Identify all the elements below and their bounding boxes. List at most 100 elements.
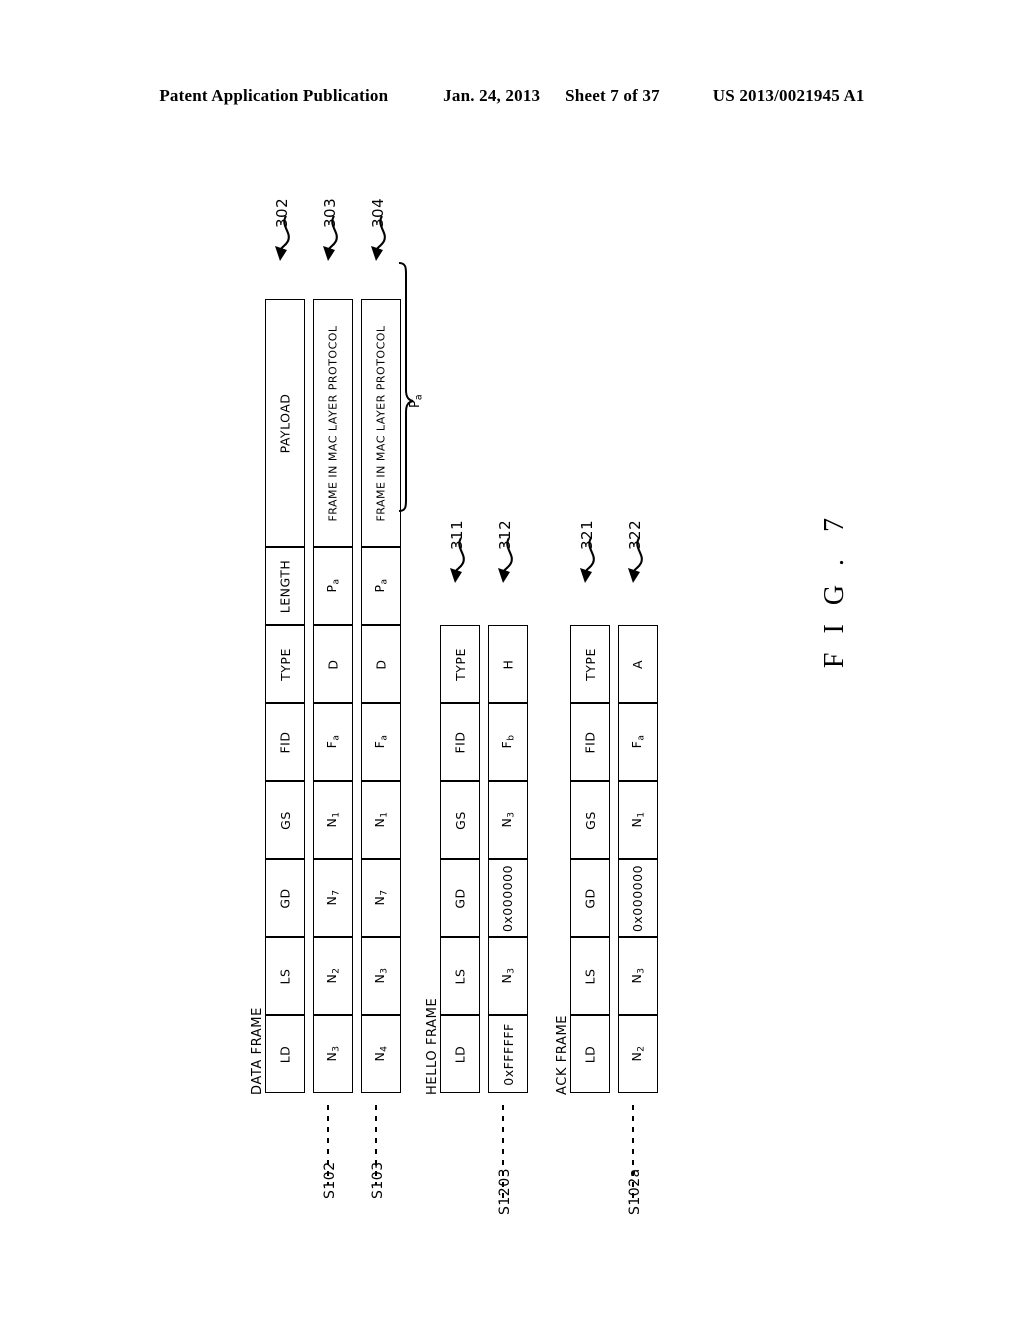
cell-text: FID [452,730,468,754]
step-label-s103: S103 [370,1161,386,1199]
ack-frame-header-cell-ld: LD [570,1015,610,1093]
cell-text: Fa [629,735,647,749]
data-frame-header-cell-fid: FID [265,703,305,781]
page-header: Patent Application Publication Jan. 24, … [0,86,1024,106]
ack-frame-row1-cell-ld: N2 [618,1015,658,1093]
leader-arrowhead-312 [498,568,510,583]
ref-numeral-322: 322 [626,519,644,550]
cell-text: LS [277,968,293,984]
cell-text-wrap: LD [266,1016,304,1092]
hello-frame-header-cell-gs: GS [440,781,480,859]
cell-text: TYPE [277,647,293,681]
payload-brace-label: Pa [408,394,425,408]
cell-text: GS [452,810,468,830]
hello-frame-row1-cell-ls: N3 [488,937,528,1015]
cell-text-wrap: TYPE [266,626,304,702]
cell-text-wrap: N3 [619,938,657,1014]
cell-text-wrap: N4 [362,1016,400,1092]
data-frame-row2-cell-gd: N7 [361,859,401,937]
cell-text-wrap: FID [266,704,304,780]
cell-text-wrap: GS [266,782,304,858]
data-frame-row1-cell-length: Pa [313,547,353,625]
cell-text-wrap: TYPE [441,626,479,702]
ref-numeral-312: 312 [496,519,514,550]
cell-text: N1 [372,812,390,828]
data-frame-header-cell-length: LENGTH [265,547,305,625]
group-label-ack-frame: ACK FRAME [555,1014,570,1095]
data-frame-row2-cell-ld: N4 [361,1015,401,1093]
cell-text: Fb [499,735,517,749]
cell-text-wrap: Fa [619,704,657,780]
cell-text: LS [582,968,598,984]
header-date: Jan. 24, 2013 [443,86,541,105]
hello-frame-row1-cell-fid: Fb [488,703,528,781]
ref-numeral-302: 302 [273,197,291,228]
data-frame-row1-cell-gs: N1 [313,781,353,859]
cell-text-wrap: FID [571,704,609,780]
ack-frame-row1-cell-fid: Fa [618,703,658,781]
cell-text: N4 [372,1046,390,1062]
cell-text-wrap: N3 [362,938,400,1014]
cell-text-wrap: N2 [619,1016,657,1092]
payload-brace [398,262,414,512]
cell-text-wrap: GD [571,860,609,936]
cell-text: N7 [324,890,342,906]
cell-text-wrap: N1 [362,782,400,858]
hello-frame-header-cell-ls: LS [440,937,480,1015]
cell-text-wrap: N3 [489,782,527,858]
ref-numeral-303: 303 [321,197,339,228]
cell-text: LD [582,1045,598,1063]
cell-text: LD [452,1045,468,1063]
ack-frame-row1-cell-gs: N1 [618,781,658,859]
ref-numeral-311: 311 [448,519,466,550]
ack-frame-row1-cell-ls: N3 [618,937,658,1015]
cell-text-wrap: A [619,626,657,702]
header-docnumber: US 2013/0021945 A1 [712,86,865,105]
cell-text: Pa [324,579,342,593]
cell-text-wrap: N7 [362,860,400,936]
hello-frame-row1-cell-type: H [488,625,528,703]
leader-arrowhead-322 [628,568,640,583]
figure-label-text: F I G . [819,552,850,669]
cell-text-wrap: Fb [489,704,527,780]
ack-frame-header-cell-fid: FID [570,703,610,781]
cell-text-wrap: N3 [489,938,527,1014]
cell-text-wrap: LS [266,938,304,1014]
cell-text-wrap: N2 [314,938,352,1014]
ack-frame-header-cell-ls: LS [570,937,610,1015]
cell-text: A [630,659,646,669]
cell-text: N1 [324,812,342,828]
ack-frame-header-cell-gd: GD [570,859,610,937]
leader-arrowhead-303 [323,246,335,261]
data-frame-row2-cell-length: Pa [361,547,401,625]
cell-text: GD [582,887,598,909]
data-frame-row2-cell-payload: FRAME IN MAC LAYER PROTOCOL [361,299,401,547]
cell-text-wrap: N1 [619,782,657,858]
hello-frame-header-cell-gd: GD [440,859,480,937]
data-frame-row1-cell-ld: N3 [313,1015,353,1093]
cell-text: D [325,658,341,670]
cell-text-wrap: FRAME IN MAC LAYER PROTOCOL [362,300,400,546]
cell-text-wrap: GS [441,782,479,858]
leader-arrowhead-304 [371,246,383,261]
cell-text: N3 [372,968,390,984]
ack-frame-row1-cell-gd: 0x000000 [618,859,658,937]
data-frame-row1-cell-ls: N2 [313,937,353,1015]
cell-text: FRAME IN MAC LAYER PROTOCOL [374,324,388,522]
data-frame-row1-cell-type: D [313,625,353,703]
cell-text: Pa [372,579,390,593]
cell-text-wrap: GD [266,860,304,936]
group-label-data-frame: DATA FRAME [250,1007,265,1095]
cell-text: GD [452,887,468,909]
cell-text: TYPE [452,647,468,681]
cell-text-wrap: H [489,626,527,702]
cell-text-wrap: D [362,626,400,702]
cell-text: FID [277,730,293,754]
data-frame-header-cell-gd: GD [265,859,305,937]
data-frame-row2-cell-type: D [361,625,401,703]
cell-text: 0x000000 [630,864,646,932]
cell-text: N3 [499,812,517,828]
cell-text: 0x000000 [500,864,516,932]
cell-text-wrap: D [314,626,352,702]
cell-text: N3 [324,1046,342,1062]
